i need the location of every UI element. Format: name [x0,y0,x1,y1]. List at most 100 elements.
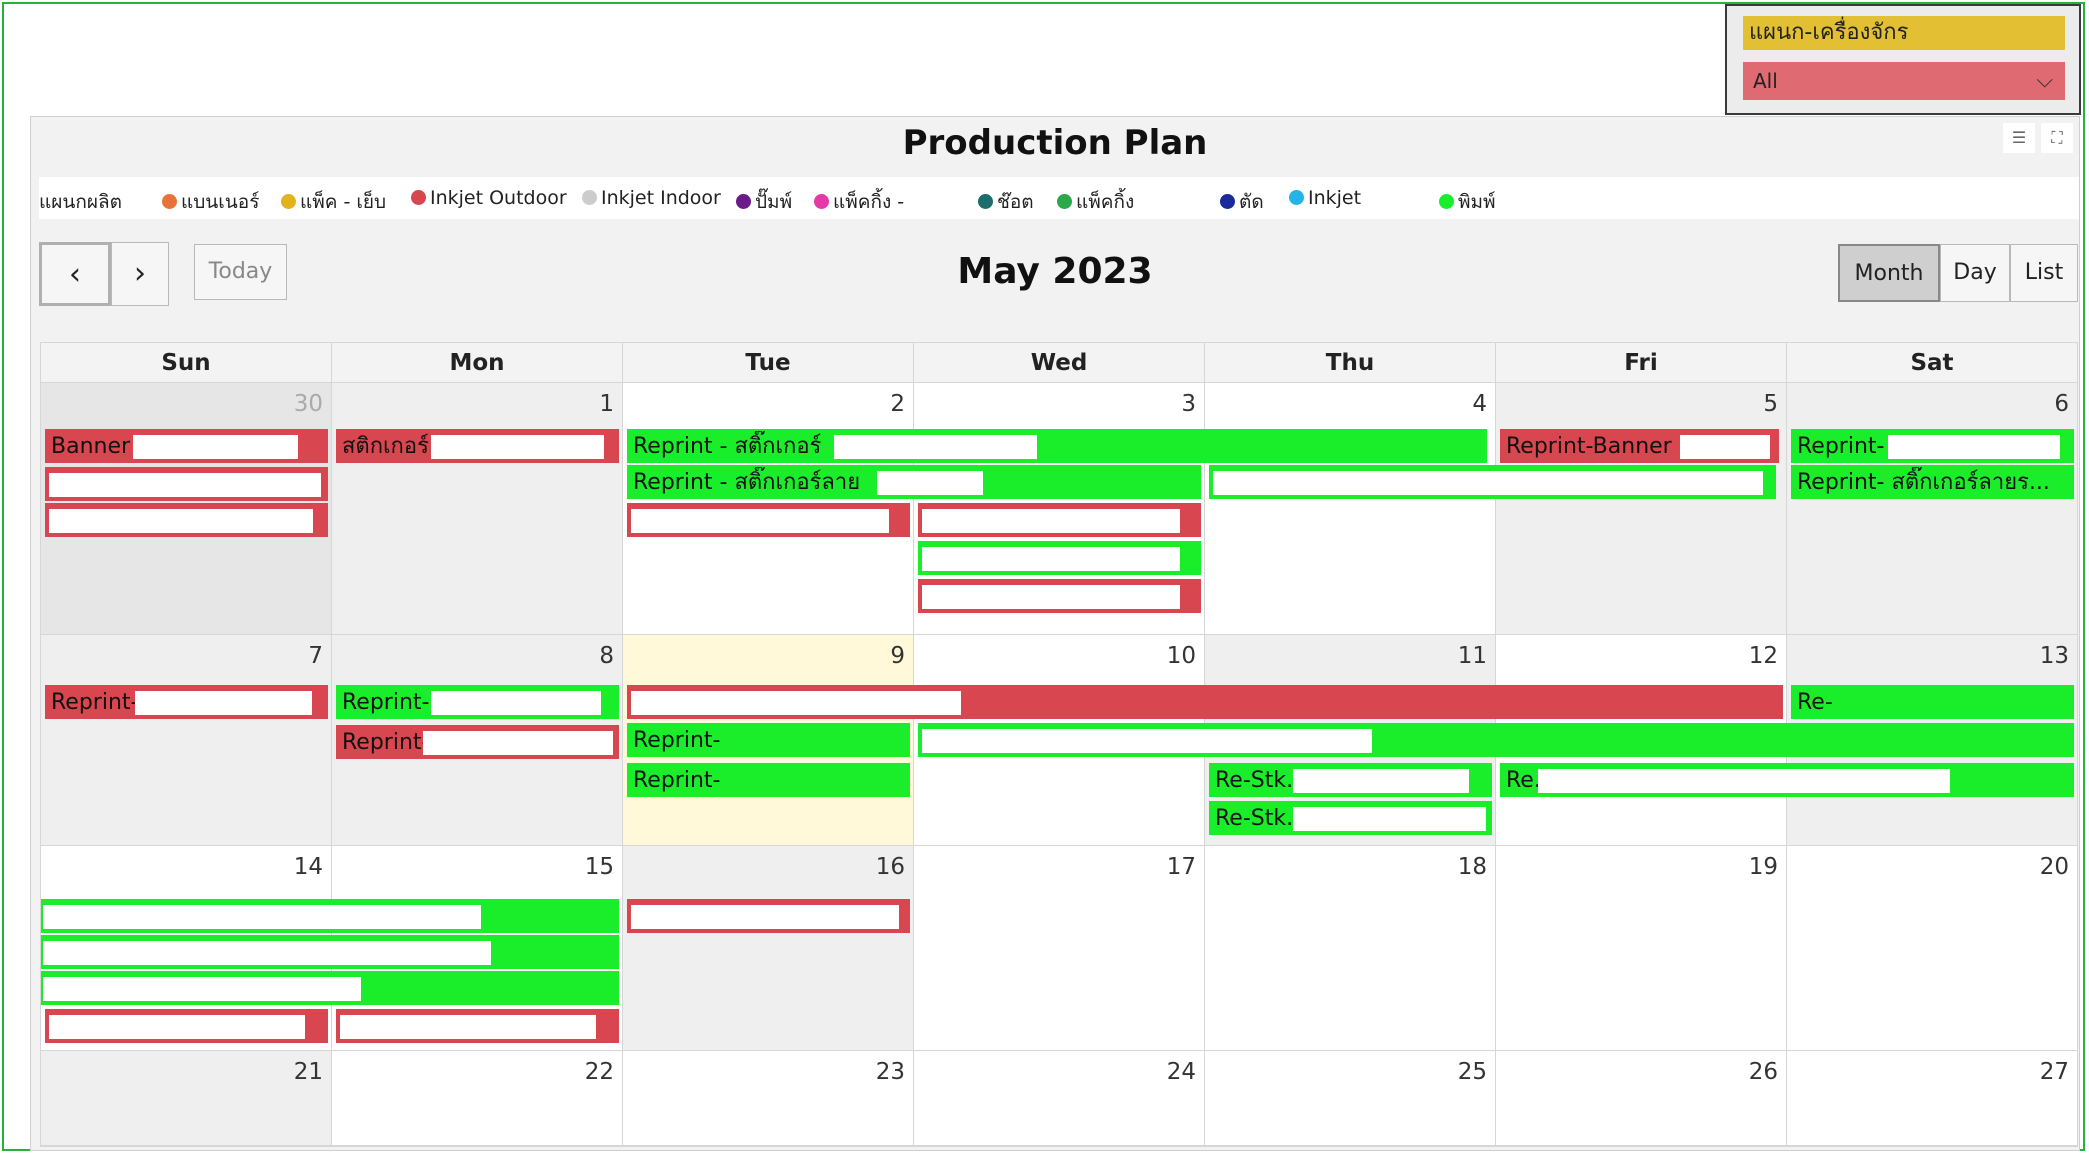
event-bar[interactable] [336,1009,619,1043]
day-number: 12 [1748,643,1778,669]
day-cell[interactable]: 22 [332,1051,623,1146]
day-number: 18 [1457,854,1487,880]
event-bar[interactable]: Re-Stk. [1209,801,1492,835]
day-number: 23 [875,1059,905,1085]
legend-dot [411,190,426,205]
event-bar[interactable] [918,723,2074,757]
legend-dot [736,194,751,209]
legend-item: ตัด [1220,187,1264,217]
event-bar[interactable] [918,503,1201,537]
event-bar[interactable]: Re- [1791,685,2074,719]
event-bar[interactable] [627,503,910,537]
day-number: 26 [1748,1059,1778,1085]
event-bar[interactable]: Reprint- [627,763,910,797]
event-bar[interactable] [918,541,1201,575]
day-cell[interactable]: 27 [1787,1051,2078,1146]
day-number: 19 [1748,854,1778,880]
event-bar[interactable] [627,899,910,933]
day-cell[interactable]: 4 [1205,383,1496,635]
event-bar[interactable] [918,579,1201,613]
event-bar[interactable] [45,1009,328,1043]
day-number: 5 [1763,391,1778,417]
legend-item: ปั๊มพ์ [736,187,792,217]
day-view-button[interactable]: Day [1940,244,2010,302]
list-view-button[interactable]: List [2010,244,2078,302]
month-view-button[interactable]: Month [1838,244,1940,302]
day-cell[interactable]: 16 [623,846,914,1051]
event-bar[interactable]: Re. [1500,763,2074,797]
day-number: 9 [890,643,905,669]
day-number: 22 [584,1059,614,1085]
day-cell[interactable]: 25 [1205,1051,1496,1146]
day-cell[interactable]: 18 [1205,846,1496,1051]
filter-icon[interactable]: ☰ [2003,123,2035,153]
department-slicer[interactable]: แผนก-เครื่องจักร All ⌵ [1725,4,2081,115]
day-cell[interactable]: 5 [1496,383,1787,635]
weekday-header: Fri [1496,343,1787,383]
day-cell[interactable]: 21 [41,1051,332,1146]
day-cell[interactable]: 17 [914,846,1205,1051]
event-bar[interactable]: Reprint- [1791,429,2074,463]
day-cell[interactable]: 23 [623,1051,914,1146]
event-bar[interactable]: Banner [45,429,328,463]
day-number: 10 [1166,643,1196,669]
month-grid: Sun Mon Tue Wed Thu Fri Sat 30 1 2 3 4 5… [40,342,2078,1147]
department-dropdown[interactable]: All ⌵ [1743,62,2065,100]
legend-label: แผนกผลิต [39,191,122,213]
day-cell[interactable]: 26 [1496,1051,1787,1146]
event-bar[interactable] [41,899,619,933]
legend-item: Inkjet [1289,187,1361,209]
day-number: 24 [1166,1059,1196,1085]
legend-dot [281,194,296,209]
day-cell[interactable]: 19 [1496,846,1787,1051]
visual-title: Production Plan [902,123,1208,163]
legend-dot [1439,194,1454,209]
day-number: 13 [2039,643,2069,669]
event-bar[interactable]: Re-Stk. [1209,763,1492,797]
day-number: 15 [584,854,614,880]
event-bar[interactable]: สติกเกอร์ [336,429,619,463]
calendar-title: May 2023 [957,251,1153,292]
legend-item: Inkjet Outdoor [411,187,567,209]
day-number: 20 [2039,854,2069,880]
day-number: 3 [1181,391,1196,417]
event-bar[interactable] [41,935,619,969]
event-bar[interactable]: Reprint - สติ๊กเกอร์ [627,429,1487,463]
chevron-down-icon: ⌵ [2036,68,2053,93]
legend-dot [814,194,829,209]
legend-item: พิมพ์ [1439,187,1496,217]
event-bar[interactable]: Reprint- สติ๊กเกอร์ลายร... [1791,465,2074,499]
day-cell[interactable]: 1 [332,383,623,635]
day-number: 30 [293,391,323,417]
event-bar[interactable]: Reprint- [627,723,910,757]
day-number: 4 [1472,391,1487,417]
event-bar[interactable] [45,467,328,501]
day-number: 14 [293,854,323,880]
event-bar[interactable]: Reprint-Banner [1500,429,1779,463]
legend-item: แพ็คกิ้ง - [814,187,904,217]
day-cell[interactable]: 24 [914,1051,1205,1146]
event-bar[interactable] [627,685,1783,719]
legend-dot [162,194,177,209]
legend-item: Inkjet Indoor [582,187,721,209]
event-bar[interactable]: Reprint- [336,725,619,759]
day-number: 16 [875,854,905,880]
legend: แผนกผลิต แบนเนอร์ แพ็ค - เย็บ Inkjet Out… [39,177,2079,219]
day-cell[interactable]: 20 [1787,846,2078,1051]
day-cell[interactable]: 7 [41,635,332,846]
weekday-header: Sun [41,343,332,383]
weekday-header: Wed [914,343,1205,383]
legend-dot [582,190,597,205]
day-number: 8 [599,643,614,669]
day-cell[interactable]: 6 [1787,383,2078,635]
slicer-title: แผนก-เครื่องจักร [1743,16,2065,50]
event-bar[interactable] [1209,465,1776,499]
event-bar[interactable]: Reprint- [45,685,328,719]
event-bar[interactable]: Reprint- [336,685,619,719]
event-bar[interactable]: Reprint - สติ๊กเกอร์ลาย [627,465,1201,499]
weekday-header: Sat [1787,343,2078,383]
focus-mode-icon[interactable]: ⛶ [2041,123,2073,153]
legend-dot [978,194,993,209]
event-bar[interactable] [41,971,619,1005]
event-bar[interactable] [45,503,328,537]
